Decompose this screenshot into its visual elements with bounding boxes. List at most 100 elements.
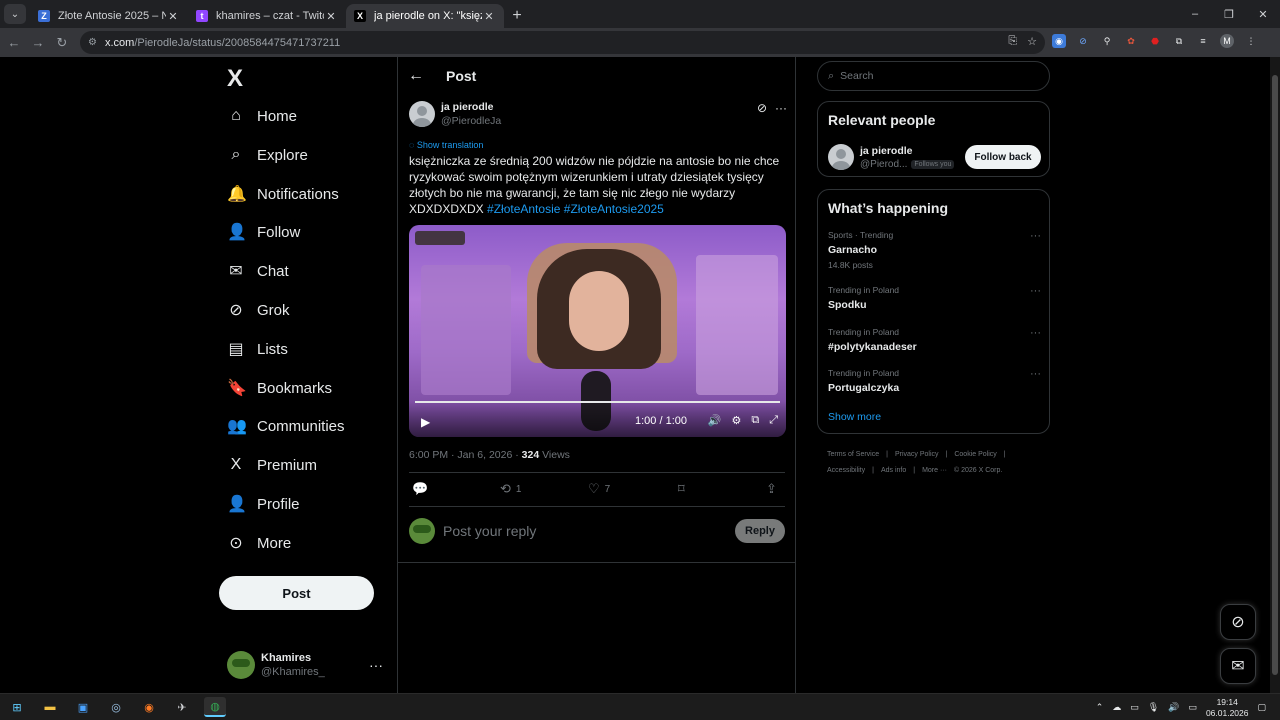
nav-item-more[interactable]: ⊙ More: [227, 529, 291, 557]
restore-button[interactable]: ❐: [1212, 0, 1246, 28]
nav-item-profile[interactable]: 👤 Profile: [227, 490, 300, 518]
nav-item-explore[interactable]: ⌕ Explore: [227, 141, 308, 169]
trend-item[interactable]: Trending in Poland Portugalczyka ···: [828, 368, 1041, 394]
forward-arrow-icon[interactable]: →: [26, 35, 50, 50]
account-switcher[interactable]: Khamires @Khamires_ ···: [227, 647, 383, 683]
tab-close-icon[interactable]: ✕: [166, 10, 180, 23]
more-dots-icon[interactable]: ···: [1030, 230, 1041, 242]
nav-item-chat[interactable]: ✉ Chat: [227, 257, 288, 285]
chevron-up-icon[interactable]: ⌃: [1096, 702, 1104, 713]
extension-icon[interactable]: ⚲: [1100, 34, 1114, 48]
more-dots-icon[interactable]: ···: [775, 101, 787, 115]
reply-button[interactable]: Reply: [735, 519, 785, 543]
grok-floating-button[interactable]: ⊘: [1220, 604, 1256, 640]
steam-icon[interactable]: ◎: [105, 697, 127, 717]
more-dots-icon[interactable]: ···: [1030, 368, 1041, 380]
app-icon[interactable]: ▣: [72, 697, 94, 717]
network-icon[interactable]: ▭: [1130, 702, 1139, 713]
page-scrollbar[interactable]: [1270, 57, 1280, 693]
file-explorer-icon[interactable]: ▬: [39, 697, 61, 717]
battery-icon[interactable]: ▭: [1188, 702, 1197, 713]
nav-item-bookmarks[interactable]: 🔖 Bookmarks: [227, 374, 332, 402]
footer-link[interactable]: Accessibility: [827, 467, 865, 474]
extension-icon[interactable]: ⊘: [1076, 34, 1090, 48]
share-action[interactable]: ⇪: [766, 481, 782, 497]
show-translation-link[interactable]: ◌ Show translation: [409, 140, 483, 150]
address-bar[interactable]: ⚙ x.com/PierodleJa/status/20085844754717…: [80, 31, 1045, 54]
trend-item[interactable]: Sports · Trending Garnacho 14.8K posts ·…: [828, 230, 1041, 270]
nav-item-premium[interactable]: X Premium: [227, 451, 317, 479]
media-controls-icon[interactable]: ≡: [1196, 34, 1210, 48]
microphone-icon[interactable]: 🎙: [1148, 702, 1159, 713]
footer-link[interactable]: Cookie Policy: [954, 451, 996, 458]
scrollbar-thumb[interactable]: [1272, 75, 1278, 675]
settings-gear-icon[interactable]: ⚙: [731, 414, 741, 427]
video-progress-bar[interactable]: [415, 401, 780, 403]
install-app-icon[interactable]: ⎘: [1008, 35, 1017, 48]
show-more-link[interactable]: Show more: [828, 411, 881, 423]
nav-item-grok[interactable]: ⊘ Grok: [227, 296, 289, 324]
windows-start-icon[interactable]: ⊞: [6, 697, 28, 717]
nav-item-communities[interactable]: 👥 Communities: [227, 412, 345, 440]
firefox-icon[interactable]: ◉: [138, 697, 160, 717]
tab-search-menu-button[interactable]: ⌄: [4, 4, 26, 24]
footer-link[interactable]: More ···: [922, 467, 947, 474]
reply-action[interactable]: 💬: [412, 481, 433, 497]
notification-icon[interactable]: ▢: [1257, 702, 1266, 713]
browser-tab-2[interactable]: t khamires – czat - Twitch ✕: [188, 4, 346, 28]
browser-tab-3-active[interactable]: X ja pierodle on X: "księżniczka ze ✕: [346, 4, 504, 28]
volume-icon[interactable]: 🔊: [708, 414, 722, 427]
more-dots-icon[interactable]: ···: [1030, 327, 1041, 339]
post-button[interactable]: Post: [219, 576, 374, 610]
picture-in-picture-icon[interactable]: ⧉: [751, 414, 759, 427]
fullscreen-icon[interactable]: ⤢: [769, 414, 778, 427]
search-input[interactable]: ⌕ Search: [817, 61, 1050, 91]
browser-tab-1[interactable]: Z Złote Antosie 2025 – Największ ✕: [30, 4, 188, 28]
hashtag-link[interactable]: #ZłoteAntosie2025: [564, 202, 664, 216]
back-arrow-icon[interactable]: ←: [398, 67, 434, 85]
x-logo[interactable]: X: [227, 65, 243, 93]
volume-icon[interactable]: 🔊: [1168, 702, 1179, 713]
back-arrow-icon[interactable]: ←: [2, 35, 26, 50]
nav-item-home[interactable]: ⌂ Home: [227, 102, 297, 130]
post-timestamp[interactable]: 6:00 PM · Jan 6, 2026 ·: [409, 449, 522, 461]
footer-link[interactable]: Privacy Policy: [895, 451, 939, 458]
chrome-icon[interactable]: ◍: [204, 697, 226, 717]
footer-link[interactable]: Ads info: [881, 467, 906, 474]
app-icon[interactable]: ✈: [171, 697, 193, 717]
follow-back-button[interactable]: Follow back: [965, 145, 1041, 169]
close-window-button[interactable]: ✕: [1246, 0, 1280, 28]
trend-item[interactable]: Trending in Poland Spodku ···: [828, 285, 1041, 311]
like-action[interactable]: ♡ 7: [588, 481, 610, 497]
author-display-name[interactable]: ja pierodle: [441, 101, 501, 113]
puzzle-icon[interactable]: ⧉: [1172, 34, 1186, 48]
minimize-button[interactable]: –: [1178, 0, 1212, 28]
repost-action[interactable]: ⟲ 1: [500, 481, 521, 497]
profile-avatar-icon[interactable]: M: [1220, 34, 1234, 48]
cloud-icon[interactable]: ☁: [1112, 702, 1121, 713]
system-clock[interactable]: 19:14 06.01.2026: [1206, 697, 1249, 719]
nav-item-notifications[interactable]: 🔔 Notifications: [227, 180, 339, 208]
kebab-menu-icon[interactable]: ⋮: [1244, 34, 1258, 48]
hashtag-link[interactable]: #ZłoteAntosie: [487, 202, 560, 216]
nav-item-lists[interactable]: ▤ Lists: [227, 335, 287, 363]
new-tab-button[interactable]: +: [504, 4, 530, 28]
extension-icon[interactable]: ⬣: [1148, 34, 1162, 48]
grok-icon[interactable]: ⊘: [757, 101, 767, 115]
messages-floating-button[interactable]: ✉: [1220, 648, 1256, 684]
reply-input[interactable]: Post your reply: [443, 523, 735, 539]
avatar[interactable]: [828, 144, 854, 170]
tab-close-icon[interactable]: ✕: [324, 10, 338, 23]
author-username[interactable]: @PierodleJa: [441, 115, 501, 127]
video-player[interactable]: ▶ 1:00 / 1:00 🔊 ⚙ ⧉ ⤢: [409, 225, 786, 437]
avatar[interactable]: [409, 101, 435, 127]
person-display-name[interactable]: ja pierodle: [860, 145, 965, 157]
extension-icon[interactable]: ◉: [1052, 34, 1066, 48]
bookmark-star-icon[interactable]: ☆: [1027, 35, 1037, 48]
reload-icon[interactable]: ↻: [50, 35, 74, 51]
tab-close-icon[interactable]: ✕: [482, 10, 496, 23]
more-dots-icon[interactable]: ···: [369, 657, 383, 673]
trend-item[interactable]: Trending in Poland #polytykanadeser ···: [828, 327, 1041, 353]
relevant-person-row[interactable]: ja pierodle @Pierod... Follows you Follo…: [828, 142, 1041, 172]
more-dots-icon[interactable]: ···: [1030, 285, 1041, 297]
